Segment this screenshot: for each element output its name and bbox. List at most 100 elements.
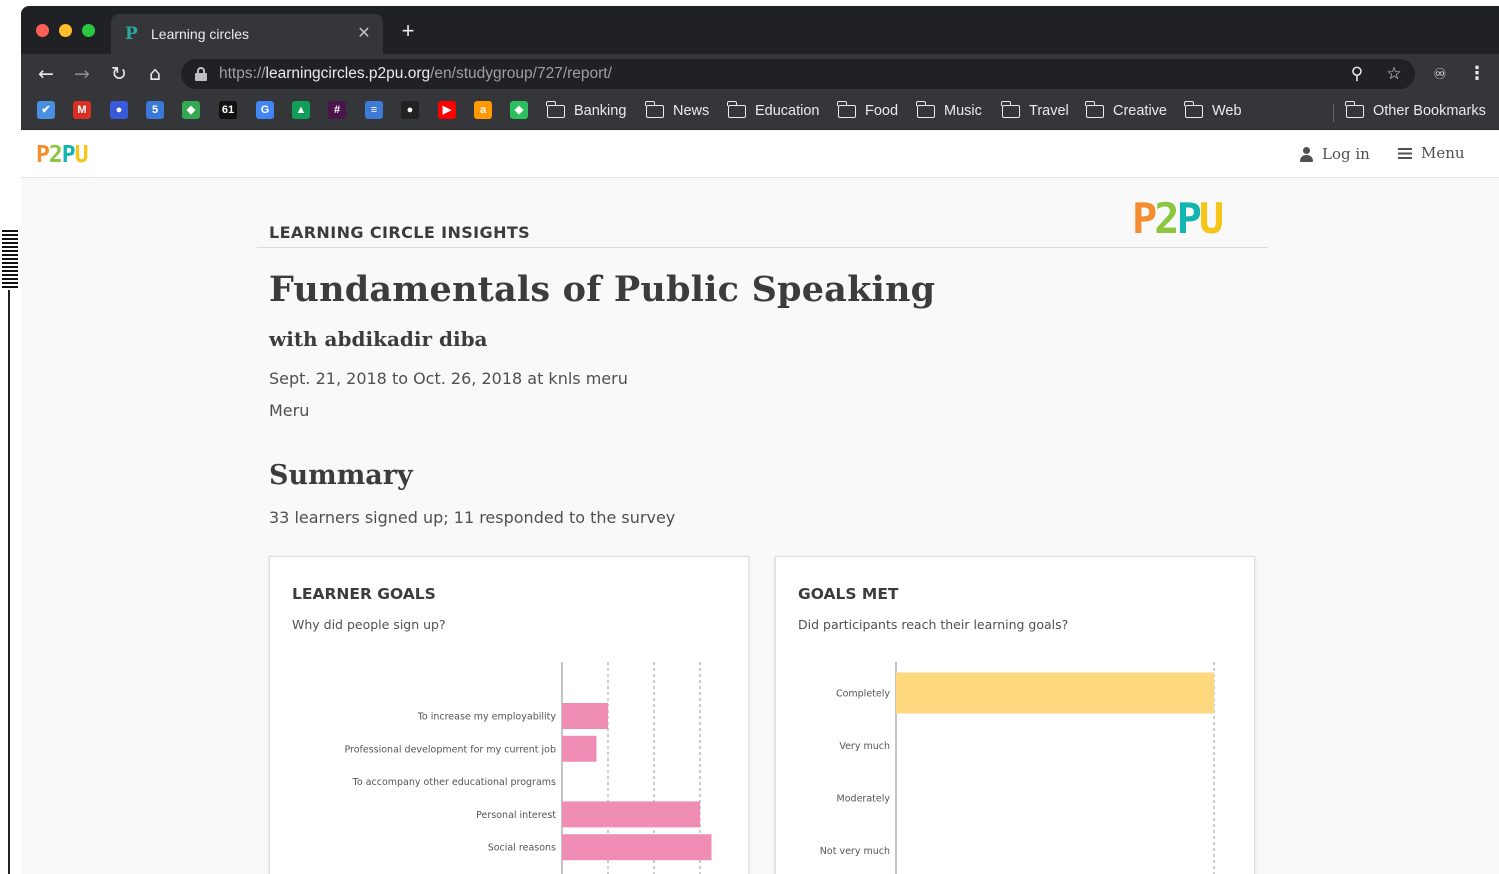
- course-title: Fundamentals of Public Speaking: [269, 269, 936, 310]
- gmail-icon[interactable]: M: [73, 101, 91, 119]
- close-window-button[interactable]: [36, 24, 49, 37]
- logo-letter: 2: [1154, 194, 1179, 243]
- desktop-window-edge: [2, 230, 18, 288]
- bookmark-folder-travel[interactable]: Travel: [1001, 100, 1069, 122]
- incognito-extension-icon[interactable]: ♾: [1428, 62, 1452, 86]
- close-tab-icon[interactable]: ✕: [355, 24, 373, 42]
- other-bookmarks-folder[interactable]: Other Bookmarks: [1345, 100, 1486, 122]
- reload-button[interactable]: ↻: [107, 62, 131, 86]
- category-label: Very much: [839, 741, 890, 752]
- bookmark-folder-education[interactable]: Education: [727, 100, 820, 122]
- p2pu-logo[interactable]: P2PU: [36, 142, 89, 168]
- bookmark-folder-label: Music: [944, 103, 982, 119]
- tab-strip: P Learning circles ✕ +: [21, 6, 1499, 54]
- bookmark-folder-creative[interactable]: Creative: [1085, 100, 1167, 122]
- translate-icon[interactable]: G: [256, 101, 274, 119]
- category-label: Personal interest: [476, 810, 556, 821]
- p2pu-favicon-icon: P: [125, 24, 138, 44]
- folder-icon: [916, 100, 935, 118]
- forward-button[interactable]: →: [70, 62, 94, 86]
- other-bookmarks-label: Other Bookmarks: [1373, 103, 1486, 119]
- folder-icon: [727, 100, 746, 118]
- bookmark-folder-banking[interactable]: Banking: [546, 100, 627, 122]
- new-tab-button[interactable]: +: [397, 20, 419, 42]
- summary-heading: Summary: [269, 460, 413, 491]
- maps-icon[interactable]: ◆: [182, 101, 200, 119]
- bookmarks-bar: ✔ M ● 5 ◆ 61 G ▲ # ≡ ● ▶ a ◆ Banking News Education F…: [21, 94, 1499, 130]
- slack-icon[interactable]: #: [328, 101, 346, 119]
- browser-menu-icon[interactable]: ⋮: [1465, 62, 1489, 86]
- bookmark-folder-label: Food: [865, 103, 899, 119]
- category-label: Completely: [836, 689, 890, 700]
- bar: [562, 801, 700, 828]
- bookmark-folder-label: Banking: [574, 103, 627, 119]
- bar: [896, 672, 1214, 714]
- home-button[interactable]: ⌂: [143, 62, 167, 86]
- chat-icon[interactable]: ≡: [365, 101, 383, 119]
- card-title: LEARNER GOALS: [292, 585, 436, 603]
- browser-toolbar: ← → ↻ ⌂ https://learningcircles.p2pu.org…: [21, 54, 1499, 94]
- bar: [562, 834, 712, 861]
- bar: [562, 703, 608, 729]
- logo-letter: P: [61, 142, 76, 168]
- bookmarks-separator: [1333, 104, 1334, 122]
- url-text[interactable]: https://learningcircles.p2pu.org/en/stud…: [219, 65, 612, 83]
- bookmark-folder-label: News: [673, 103, 710, 119]
- folder-icon: [1345, 100, 1364, 118]
- back-button[interactable]: ←: [34, 62, 58, 86]
- user-icon: [1300, 146, 1313, 162]
- goals-met-card: Completely Very much Moderately Not very mu…: [775, 556, 1255, 874]
- tab-learning-circles[interactable]: P Learning circles ✕: [111, 14, 383, 54]
- report-page: LEARNING CIRCLE INSIGHTS P2PU Fundamenta…: [21, 179, 1499, 874]
- hamburger-icon: [1398, 147, 1412, 159]
- page-eyebrow: LEARNING CIRCLE INSIGHTS: [269, 223, 531, 242]
- amazon-icon[interactable]: a: [474, 101, 492, 119]
- tasks-icon[interactable]: ✔: [37, 101, 55, 119]
- browser-window: P Learning circles ✕ + ← → ↻ ⌂ https://l…: [21, 6, 1499, 874]
- facilitator-line: with abdikadir diba: [269, 327, 488, 351]
- folder-icon: [546, 100, 565, 118]
- login-label: Log in: [1322, 145, 1370, 163]
- evernote-icon[interactable]: ◆: [510, 101, 528, 119]
- category-label: Moderately: [837, 794, 891, 805]
- learner-goals-chart: To increase my employability Professional…: [344, 662, 712, 874]
- folder-icon: [645, 100, 664, 118]
- summary-text: 33 learners signed up; 11 responded to t…: [269, 508, 676, 527]
- logo-letter: 2: [48, 142, 63, 168]
- bookmark-star-icon[interactable]: ☆: [1383, 63, 1405, 85]
- zoom-icon[interactable]: ⚲: [1346, 63, 1368, 85]
- logo-letter: P: [1132, 194, 1157, 243]
- address-bar[interactable]: https://learningcircles.p2pu.org/en/stud…: [181, 59, 1415, 89]
- logo-letter: P: [1176, 194, 1202, 243]
- url-scheme: https://: [219, 65, 266, 82]
- logo-letter: U: [74, 142, 89, 168]
- category-label: To increase my employability: [417, 712, 557, 723]
- lock-icon[interactable]: [195, 67, 207, 81]
- medium-icon[interactable]: 61: [219, 101, 237, 119]
- category-label: To accompany other educational programs: [352, 777, 556, 788]
- menu-button[interactable]: Menu: [1398, 144, 1465, 162]
- goals-met-chart: Completely Very much Moderately Not very mu…: [820, 662, 1215, 874]
- bookmark-folder-food[interactable]: Food: [837, 100, 899, 122]
- url-path: /en/studygroup/727/report/: [430, 65, 612, 82]
- desktop-divider: [8, 290, 10, 874]
- minimize-window-button[interactable]: [59, 24, 72, 37]
- p2pu-report-logo: P2PU: [1132, 194, 1224, 243]
- maximize-window-button[interactable]: [82, 24, 95, 37]
- github-icon[interactable]: ●: [401, 101, 419, 119]
- calendar-icon[interactable]: 5: [146, 101, 164, 119]
- site-header: P2PU Log in Menu: [21, 131, 1499, 178]
- logo-letter: P: [36, 142, 50, 168]
- bookmark-folder-news[interactable]: News: [645, 100, 710, 122]
- category-label: Not very much: [820, 846, 890, 857]
- bookmark-folder-music[interactable]: Music: [916, 100, 982, 122]
- bookmark-folder-web[interactable]: Web: [1184, 100, 1242, 122]
- youtube-icon[interactable]: ▶: [438, 101, 456, 119]
- drive-icon[interactable]: ▲: [292, 101, 310, 119]
- card-subtitle: Did participants reach their learning go…: [798, 617, 1069, 632]
- desktop-edge: [0, 0, 21, 874]
- bookmark-folder-label: Web: [1212, 103, 1242, 119]
- login-link[interactable]: Log in: [1300, 145, 1370, 163]
- contacts-icon[interactable]: ●: [110, 101, 128, 119]
- category-label: Social reasons: [488, 843, 556, 854]
